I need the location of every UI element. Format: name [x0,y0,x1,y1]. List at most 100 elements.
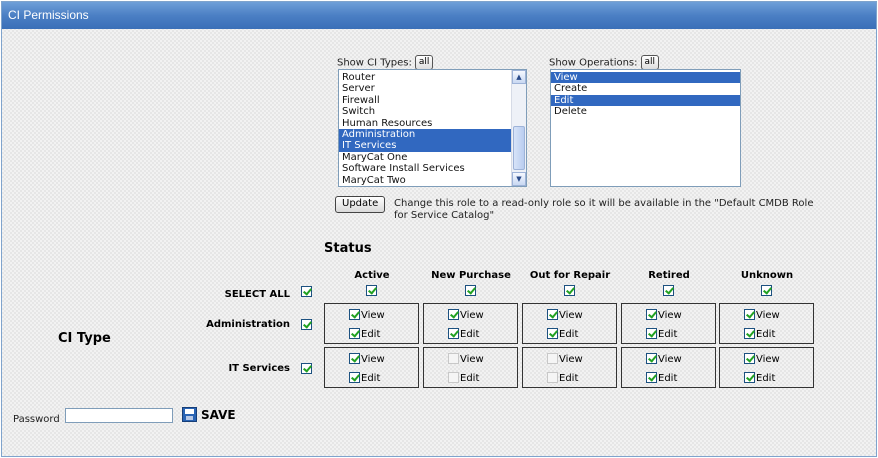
view-checkbox[interactable] [547,353,558,364]
operations-all-button[interactable]: all [640,55,660,70]
view-label: View [559,310,583,321]
edit-checkbox[interactable] [349,328,360,339]
edit-permission[interactable]: Edit [646,372,677,385]
edit-checkbox[interactable] [448,328,459,339]
permission-cell: View Edit [621,347,716,388]
view-permission[interactable]: View [646,353,682,366]
edit-permission[interactable]: Edit [646,328,677,341]
view-checkbox[interactable] [448,353,459,364]
row-checkbox-wrap [301,363,312,375]
ci-permissions-panel: CI Permissions Show CI Types: all Router S… [1,1,877,457]
view-permission[interactable]: View [349,309,385,322]
ci-type-option[interactable]: Switch [339,106,511,117]
select-all-column-checkbox[interactable] [564,285,575,296]
ci-types-scrollbar[interactable]: ▲ ▼ [511,70,526,186]
edit-permission[interactable]: Edit [448,372,479,385]
scroll-thumb[interactable] [513,126,525,170]
ci-type-option[interactable]: Administration [339,128,511,141]
update-note: Change this role to a read-only role so … [394,198,864,222]
ci-type-option[interactable]: Server [339,83,511,94]
ci-type-option[interactable]: MaryCat Two [339,175,511,186]
select-all-label: SELECT ALL [224,289,290,300]
view-checkbox[interactable] [349,309,360,320]
view-label: View [361,310,385,321]
permission-cell: View Edit [621,303,716,344]
operation-option[interactable]: View [551,72,740,84]
ci-type-option[interactable]: Human Resources [339,118,511,129]
ci-types-listbox[interactable]: Router Server Firewall Switch Human Resource… [338,69,527,187]
view-label: View [361,354,385,365]
ci-types-label: Show CI Types: [337,57,412,69]
edit-checkbox[interactable] [646,372,657,383]
edit-permission[interactable]: Edit [744,328,775,341]
status-heading: Status [324,241,372,256]
operations-listbox[interactable]: View Create Edit Delete [550,69,741,187]
edit-permission[interactable]: Edit [547,372,578,385]
edit-label: Edit [460,373,480,384]
ci-type-option[interactable]: Router [339,72,511,83]
ci-type-heading: CI Type [58,331,111,346]
view-label: View [559,354,583,365]
select-all-column-checkbox-wrap [564,285,575,297]
view-checkbox[interactable] [744,309,755,320]
view-permission[interactable]: View [547,353,583,366]
ci-type-option[interactable]: Software Install Services [339,163,511,174]
column-header: Retired [648,270,690,281]
edit-checkbox[interactable] [744,328,755,339]
select-all-checkbox[interactable] [301,286,312,297]
operation-option[interactable]: Edit [551,94,740,107]
view-permission[interactable]: View [448,309,484,322]
floppy-disk-icon[interactable] [182,407,197,422]
view-checkbox[interactable] [646,353,657,364]
select-all-column-checkbox[interactable] [761,285,772,296]
permission-cell: View Edit [324,303,419,344]
edit-checkbox[interactable] [744,372,755,383]
row-label: IT Services [228,363,290,374]
select-all-checkbox-wrap [301,286,312,298]
select-all-column-checkbox[interactable] [366,285,377,296]
password-input[interactable] [65,408,173,423]
edit-permission[interactable]: Edit [349,328,380,341]
permission-cell: View Edit [522,303,617,344]
ci-type-option[interactable]: MaryCat One [339,152,511,163]
ci-type-option[interactable]: Firewall [339,95,511,106]
scroll-up-icon[interactable]: ▲ [512,70,526,84]
view-permission[interactable]: View [448,353,484,366]
edit-checkbox[interactable] [646,328,657,339]
edit-label: Edit [361,373,381,384]
edit-checkbox[interactable] [547,328,558,339]
edit-label: Edit [658,329,678,340]
view-checkbox[interactable] [448,309,459,320]
edit-checkbox[interactable] [448,372,459,383]
view-permission[interactable]: View [646,309,682,322]
row-select-checkbox[interactable] [301,363,312,374]
view-permission[interactable]: View [744,309,780,322]
edit-checkbox[interactable] [547,372,558,383]
view-permission[interactable]: View [349,353,385,366]
view-checkbox[interactable] [349,353,360,364]
select-all-column-checkbox-wrap [366,285,377,297]
view-permission[interactable]: View [744,353,780,366]
update-button[interactable]: Update [335,196,386,213]
ci-type-option[interactable]: IT Services [339,140,511,152]
edit-permission[interactable]: Edit [547,328,578,341]
view-checkbox[interactable] [646,309,657,320]
edit-label: Edit [756,373,776,384]
select-all-column-checkbox[interactable] [465,285,476,296]
column-header: New Purchase [431,270,511,281]
row-select-checkbox[interactable] [301,319,312,330]
view-permission[interactable]: View [547,309,583,322]
edit-checkbox[interactable] [349,372,360,383]
scroll-down-icon[interactable]: ▼ [512,172,526,186]
save-button[interactable]: SAVE [201,408,236,422]
view-checkbox[interactable] [547,309,558,320]
select-all-column-checkbox[interactable] [663,285,674,296]
operation-option[interactable]: Delete [551,106,740,117]
ci-types-all-button[interactable]: all [414,55,434,70]
edit-permission[interactable]: Edit [448,328,479,341]
edit-permission[interactable]: Edit [349,372,380,385]
edit-permission[interactable]: Edit [744,372,775,385]
view-checkbox[interactable] [744,353,755,364]
operation-option[interactable]: Create [551,83,740,94]
edit-label: Edit [559,329,579,340]
